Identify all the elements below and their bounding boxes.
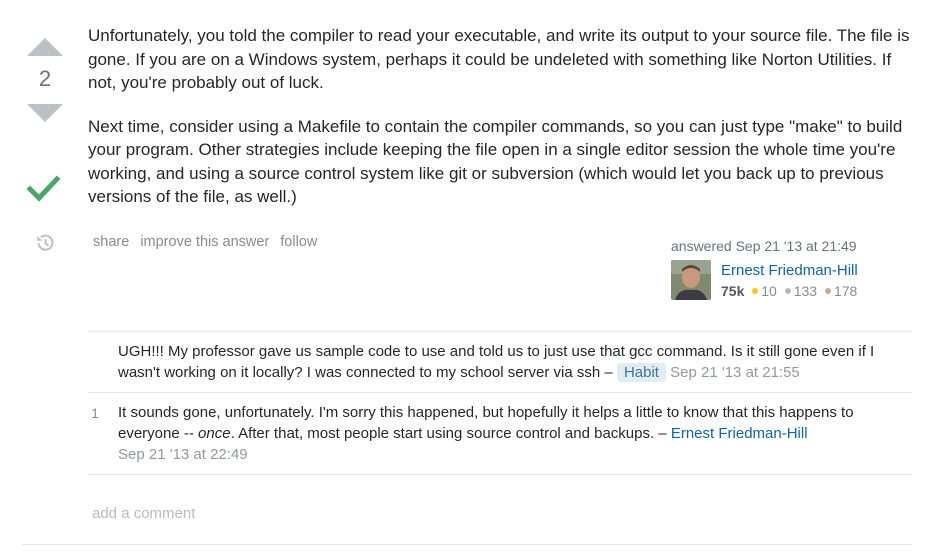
- accepted-checkmark-icon: [26, 175, 61, 202]
- gold-badge: 10: [752, 283, 777, 299]
- comment-user-link[interactable]: Ernest Friedman-Hill: [671, 425, 808, 442]
- bronze-badge-icon: [824, 288, 831, 294]
- comment-separator: –: [600, 364, 617, 381]
- history-icon[interactable]: [34, 232, 56, 254]
- comment-date[interactable]: Sep 21 '13 at 22:49: [118, 446, 248, 463]
- silver-badge: 133: [784, 283, 817, 299]
- comment-emphasis: once: [198, 425, 231, 442]
- downvote-arrow-icon[interactable]: [27, 104, 63, 122]
- answer-paragraph: Unfortunately, you told the compiler to …: [88, 26, 910, 92]
- user-name-link[interactable]: Ernest Friedman-Hill: [721, 262, 858, 279]
- vote-count: 2: [38, 66, 52, 91]
- user-avatar[interactable]: [671, 260, 711, 300]
- improve-answer-link[interactable]: improve this answer: [140, 234, 269, 250]
- divider: [22, 544, 912, 545]
- comment-text-end: . After that, most people start using so…: [230, 425, 655, 442]
- comment-user-link[interactable]: Habit: [616, 363, 666, 382]
- upvote-arrow-icon[interactable]: [27, 38, 63, 56]
- post-menu: share improve this answer follow: [93, 234, 324, 250]
- silver-badge-icon: [784, 288, 791, 294]
- add-comment-link[interactable]: add a comment: [92, 505, 195, 522]
- answered-time: answered Sep 21 '13 at 21:49: [671, 238, 857, 254]
- user-signature: answered Sep 21 '13 at 21:49 Ernest Frie…: [671, 238, 911, 302]
- share-link[interactable]: share: [93, 234, 129, 250]
- comment: UGH!!! My professor gave us sample code …: [88, 332, 912, 393]
- gold-badge-icon: [752, 288, 759, 294]
- comments-list: UGH!!! My professor gave us sample code …: [88, 331, 912, 475]
- vote-cell: 2: [22, 30, 68, 122]
- comment-date[interactable]: Sep 21 '13 at 21:55: [670, 364, 800, 381]
- answer: 2 Unfortunately, you told the compiler t…: [0, 0, 932, 552]
- reputation-score: 75k: [721, 283, 745, 299]
- comment: 1 It sounds gone, unfortunately. I'm sor…: [88, 393, 912, 475]
- bronze-badge: 178: [824, 283, 857, 299]
- answer-paragraph: Next time, consider using a Makefile to …: [88, 116, 903, 207]
- avatar-image: [671, 260, 711, 300]
- follow-link[interactable]: follow: [280, 234, 317, 250]
- comment-separator: –: [654, 425, 671, 442]
- answer-body: Unfortunately, you told the compiler to …: [88, 24, 920, 229]
- comment-score: 1: [91, 405, 99, 421]
